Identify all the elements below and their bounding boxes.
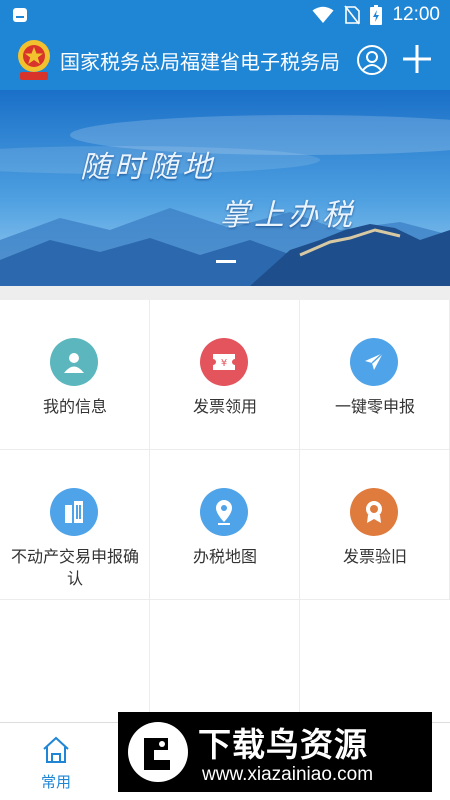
status-bar: 12:00 xyxy=(0,0,450,30)
tab-home-label: 常用 xyxy=(40,773,71,791)
watermark-title: 下载鸟资源 xyxy=(198,725,368,764)
tax-emblem-logo xyxy=(18,40,50,80)
service-label: 发票领用 xyxy=(192,397,257,416)
paper-plane-icon xyxy=(350,338,398,386)
app-title: 国家税务总局福建省电子税务局 xyxy=(60,50,340,74)
wifi-icon xyxy=(312,6,334,23)
ticket-icon: ¥ xyxy=(200,338,248,386)
map-pin-icon xyxy=(200,488,248,536)
empty-cell xyxy=(300,600,450,722)
status-time: 12:00 xyxy=(392,4,440,25)
app-bar: 国家税务总局福建省电子税务局 xyxy=(0,30,450,90)
no-sim-icon xyxy=(344,5,361,25)
empty-cell xyxy=(150,600,300,722)
user-icon[interactable] xyxy=(356,44,388,76)
service-real-estate[interactable]: 不动产交易申报确认 xyxy=(0,450,150,600)
service-invoice-verify[interactable]: 发票验旧 xyxy=(300,450,450,600)
service-zero-declaration[interactable]: 一键零申报 xyxy=(300,300,450,450)
banner-slogan-2: 掌上办税 xyxy=(220,198,356,233)
service-label: 发票验旧 xyxy=(342,547,407,566)
banner-image xyxy=(0,90,450,286)
banner-slogan-1: 随时随地 xyxy=(80,150,216,185)
plus-icon[interactable] xyxy=(400,42,434,76)
tab-home[interactable]: 常用 xyxy=(26,731,86,793)
watermark: 下载鸟资源 www.xiazainiao.com xyxy=(118,712,432,792)
svg-text:¥: ¥ xyxy=(221,358,227,369)
person-icon xyxy=(50,338,98,386)
service-label: 我的信息 xyxy=(42,397,107,416)
section-divider xyxy=(0,286,450,300)
service-label: 不动产交易申报确认 xyxy=(10,547,139,588)
battery-charging-icon xyxy=(370,5,383,25)
service-label: 办税地图 xyxy=(192,547,257,566)
banner-carousel[interactable]: 随时随地 掌上办税 xyxy=(0,90,450,286)
home-icon xyxy=(43,736,69,763)
service-invoice-claim[interactable]: ¥ 发票领用 xyxy=(150,300,300,450)
carousel-indicator xyxy=(216,260,236,263)
badge-icon xyxy=(350,488,398,536)
bird-logo-icon xyxy=(128,722,188,782)
service-label: 一键零申报 xyxy=(334,397,415,416)
notification-icon xyxy=(13,8,27,22)
service-grid: 我的信息 ¥ 发票领用 一键零申报 不动产交易申报确认 办税地图 发票验旧 xyxy=(0,300,450,722)
service-tax-map[interactable]: 办税地图 xyxy=(150,450,300,600)
building-icon xyxy=(50,488,98,536)
watermark-url: www.xiazainiao.com xyxy=(202,764,374,785)
empty-cell xyxy=(0,600,150,722)
service-my-info[interactable]: 我的信息 xyxy=(0,300,150,450)
